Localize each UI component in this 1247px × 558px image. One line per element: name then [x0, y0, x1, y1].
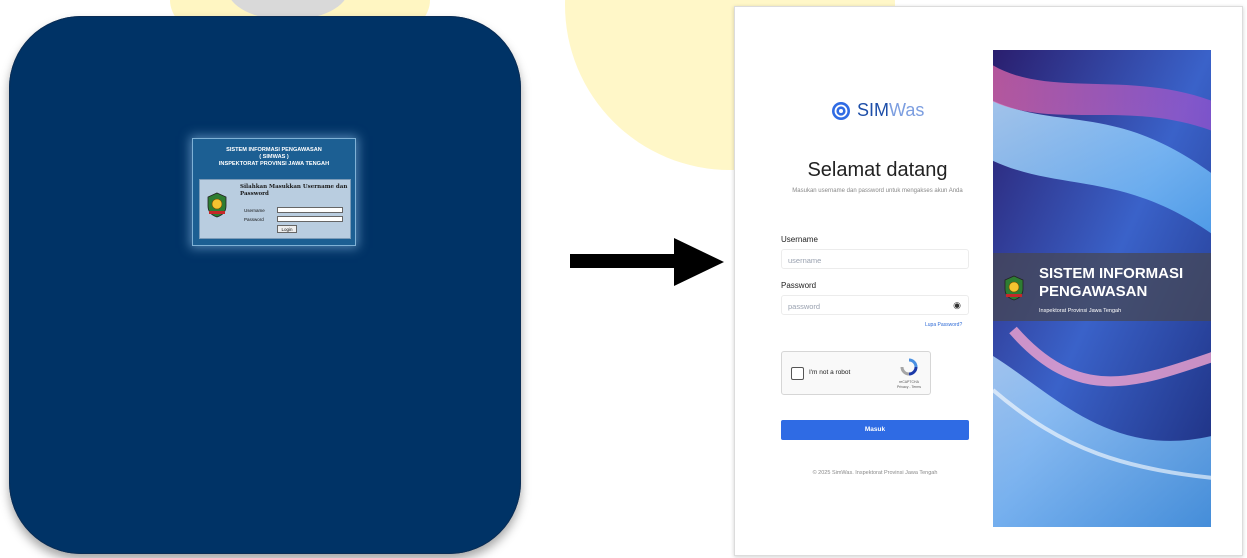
brand-logo: SIMWas [831, 100, 924, 121]
simwas-logo-icon [832, 101, 850, 120]
old-login-title: SISTEM INFORMASI PENGAWASAN ( SIMWAS ) I… [193, 139, 355, 168]
province-emblem-icon [1004, 275, 1024, 301]
submit-button[interactable]: Masuk [781, 420, 969, 440]
password-placeholder: password [788, 302, 821, 311]
old-title-line: SISTEM INFORMASI PENGAWASAN [226, 147, 322, 153]
eye-icon[interactable]: ◉ [953, 300, 961, 311]
old-login-form: Silahkan Masukkan Username dan Password … [199, 179, 351, 239]
recaptcha-widget: I'm not a robot reCAPTCHA Privacy - Term… [781, 351, 931, 395]
username-input[interactable]: username [781, 249, 969, 269]
footer-copyright: © 2025 SimWas. Inspektorat Provinsi Jawa… [812, 470, 938, 476]
hero-banner: SISTEM INFORMASI PENGAWASAN Inspektorat … [993, 253, 1211, 321]
username-label: Username [781, 235, 818, 244]
recaptcha-label: I'm not a robot [809, 369, 851, 376]
welcome-heading: Selamat datang [807, 159, 948, 181]
password-input[interactable]: password ◉ [781, 295, 969, 315]
arrow-right-icon [570, 238, 724, 286]
recaptcha-checkbox[interactable] [791, 367, 804, 380]
old-password-label: Password [244, 217, 264, 222]
new-login-screen: SIMWas Selamat datang Masukan username d… [734, 6, 1243, 556]
hero-subtitle: Inspektorat Provinsi Jawa Tengah [1039, 308, 1122, 314]
brand-name: SIMWas [857, 100, 924, 121]
recaptcha-text: reCAPTCHA Privacy - Terms [890, 380, 928, 390]
password-label: Password [781, 281, 817, 290]
hero-title: SISTEM INFORMASI PENGAWASAN [1039, 265, 1183, 301]
old-login-button[interactable]: Login [277, 225, 297, 233]
forgot-password-link[interactable]: Lupa Password? [925, 322, 962, 328]
recaptcha-logo-icon [900, 358, 918, 376]
brand-name-light: Was [889, 100, 925, 120]
hero-title-line: PENGAWASAN [1039, 283, 1148, 300]
username-placeholder: username [788, 256, 822, 265]
welcome-subtitle: Masukan username dan password untuk meng… [792, 188, 963, 194]
old-login-prompt: Silahkan Masukkan Username dan Password [240, 184, 348, 197]
old-password-input[interactable] [277, 216, 343, 222]
side-illustration: SISTEM INFORMASI PENGAWASAN Inspektorat … [993, 50, 1211, 527]
old-username-label: Username [244, 208, 265, 213]
old-title-line: INSPEKTORAT PROVINSI JAWA TENGAH [218, 161, 330, 167]
old-login-panel: SISTEM INFORMASI PENGAWASAN ( SIMWAS ) I… [192, 138, 356, 246]
old-username-input[interactable] [277, 207, 343, 213]
old-login-screen: SISTEM INFORMASI PENGAWASAN ( SIMWAS ) I… [9, 16, 521, 554]
recaptcha-links[interactable]: Privacy - Terms [890, 385, 928, 390]
brand-name-main: SIM [857, 100, 890, 120]
hero-title-line: SISTEM INFORMASI [1039, 265, 1184, 282]
old-title-line: ( SIMWAS ) [259, 154, 289, 160]
province-emblem-icon [207, 192, 227, 218]
